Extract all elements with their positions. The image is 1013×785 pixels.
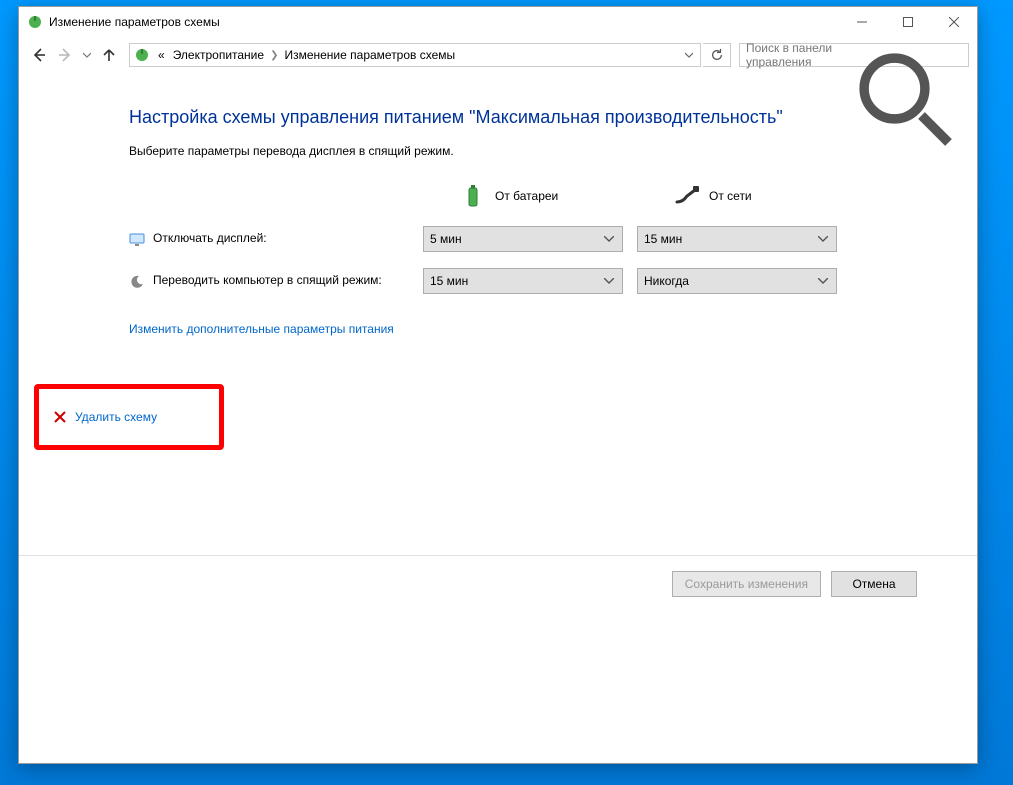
chevron-right-icon: ❯ — [268, 50, 280, 61]
address-bar[interactable]: « Электропитание ❯ Изменение параметров … — [129, 43, 701, 67]
window-title: Изменение параметров схемы — [49, 15, 839, 29]
column-header-battery: От батареи — [423, 182, 623, 210]
search-placeholder: Поиск в панели управления — [746, 41, 854, 69]
row-sleep: Переводить компьютер в спящий режим: — [129, 273, 409, 290]
display-off-plugged-select[interactable]: 15 мин — [637, 226, 837, 252]
control-panel-window: Изменение параметров схемы — [18, 6, 978, 764]
delete-scheme-highlight: Удалить схему — [34, 384, 224, 450]
recent-locations-button[interactable] — [79, 43, 95, 67]
row-display-off: Отключать дисплей: — [129, 231, 409, 248]
column-battery-label: От батареи — [495, 189, 558, 203]
breadcrumb-item[interactable]: Электропитание — [169, 48, 268, 62]
advanced-settings-link[interactable]: Изменить дополнительные параметры питани… — [129, 322, 394, 336]
monitor-icon — [129, 232, 145, 248]
address-history-button[interactable] — [680, 51, 698, 59]
delete-scheme-link[interactable]: Удалить схему — [75, 410, 157, 424]
sleep-battery-select[interactable]: 15 мин — [423, 268, 623, 294]
up-button[interactable] — [97, 43, 121, 67]
search-icon — [854, 48, 962, 62]
power-plan-icon — [134, 47, 150, 63]
refresh-button[interactable] — [703, 43, 731, 67]
nav-row: « Электропитание ❯ Изменение параметров … — [19, 37, 977, 73]
breadcrumb-item[interactable]: Изменение параметров схемы — [280, 48, 459, 62]
back-button[interactable] — [27, 43, 51, 67]
maximize-button[interactable] — [885, 7, 931, 37]
button-row: Сохранить изменения Отмена — [672, 571, 917, 597]
row-display-off-label: Отключать дисплей: — [153, 231, 267, 245]
page-title: Настройка схемы управления питанием "Мак… — [129, 107, 917, 128]
delete-icon — [53, 410, 67, 424]
display-off-battery-select[interactable]: 5 мин — [423, 226, 623, 252]
save-button: Сохранить изменения — [672, 571, 821, 597]
close-button[interactable] — [931, 7, 977, 37]
titlebar: Изменение параметров схемы — [19, 7, 977, 37]
window-buttons — [839, 7, 977, 37]
cancel-button[interactable]: Отмена — [831, 571, 917, 597]
breadcrumb-prefix: « — [154, 48, 169, 62]
settings-grid: От батареи От сети Отключать дисплей: 5 … — [129, 182, 917, 294]
separator — [19, 555, 977, 556]
row-sleep-label: Переводить компьютер в спящий режим: — [153, 273, 382, 287]
moon-icon — [129, 274, 145, 290]
power-plan-icon — [27, 14, 43, 30]
page-subtitle: Выберите параметры перевода дисплея в сп… — [129, 144, 917, 158]
minimize-button[interactable] — [839, 7, 885, 37]
sleep-plugged-select[interactable]: Никогда — [637, 268, 837, 294]
content-area: Настройка схемы управления питанием "Мак… — [19, 77, 977, 763]
column-header-plugged: От сети — [637, 182, 837, 210]
forward-button[interactable] — [53, 43, 77, 67]
battery-icon — [459, 182, 487, 210]
column-plugged-label: От сети — [709, 189, 752, 203]
search-input[interactable]: Поиск в панели управления — [739, 43, 969, 67]
plug-icon — [673, 182, 701, 210]
